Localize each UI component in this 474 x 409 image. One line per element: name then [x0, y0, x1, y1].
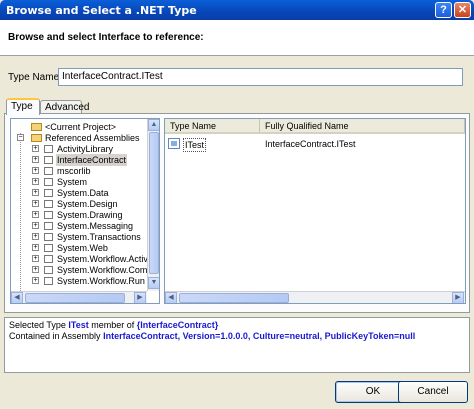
assembly-icon [44, 233, 53, 241]
assembly-icon [44, 244, 53, 252]
expand-icon[interactable]: + [32, 244, 39, 251]
title-bar[interactable]: Browse and Select a .NET Type ? ✕ [0, 0, 474, 20]
assembly-icon [44, 222, 53, 230]
cancel-button[interactable]: Cancel [398, 381, 468, 403]
expand-icon[interactable]: + [32, 211, 39, 218]
header-text: Browse and select Interface to reference… [8, 32, 204, 43]
references-folder-icon [31, 134, 42, 142]
interface-icon [168, 138, 180, 149]
list-item[interactable]: ITest InterfaceContract.ITest [168, 138, 458, 152]
type-name-input[interactable]: InterfaceContract.ITest [58, 68, 463, 86]
dialog-header: Browse and select Interface to reference… [0, 20, 474, 56]
selected-type-name: ITest [68, 320, 89, 330]
scroll-left-icon[interactable]: ◀ [165, 292, 177, 303]
assembly-icon [44, 189, 53, 197]
expand-icon[interactable]: + [32, 156, 39, 163]
selection-info: Selected Type ITest member of {Interface… [4, 317, 470, 373]
column-header-fully-qualified-name[interactable]: Fully Qualified Name [260, 119, 465, 134]
scroll-up-icon[interactable]: ▲ [148, 119, 159, 131]
assembly-icon [44, 167, 53, 175]
selected-type-line: Selected Type ITest member of {Interface… [9, 320, 219, 330]
column-header-type-name[interactable]: Type Name [165, 119, 260, 134]
assembly-icon [44, 156, 53, 164]
expand-icon[interactable]: + [32, 178, 39, 185]
expand-icon[interactable]: + [32, 266, 39, 273]
expand-icon[interactable]: + [32, 200, 39, 207]
selected-type-namespace: {InterfaceContract} [136, 320, 219, 330]
scroll-right-icon[interactable]: ▶ [452, 292, 464, 303]
assembly-icon [44, 178, 53, 186]
type-name-cell: ITest [183, 138, 207, 152]
close-button[interactable]: ✕ [454, 2, 471, 18]
tab-type[interactable]: Type [6, 98, 40, 115]
expand-icon[interactable]: + [32, 233, 39, 240]
type-name-label: Type Name: [8, 72, 62, 83]
expand-icon[interactable]: + [32, 222, 39, 229]
scroll-thumb[interactable] [25, 293, 125, 303]
expand-icon[interactable]: + [32, 189, 39, 196]
scroll-thumb[interactable] [179, 293, 289, 303]
assembly-icon [44, 200, 53, 208]
scroll-thumb[interactable] [149, 132, 159, 274]
assembly-icon [44, 255, 53, 263]
assembly-icon [44, 266, 53, 274]
scroll-right-icon[interactable]: ▶ [134, 292, 146, 303]
types-list[interactable]: Type Name Fully Qualified Name ITest Int… [164, 118, 466, 304]
assembly-name: InterfaceContract, Version=1.0.0.0, Cult… [103, 331, 416, 341]
assembly-line: Contained in Assembly InterfaceContract,… [9, 331, 416, 341]
assembly-icon [44, 145, 53, 153]
assembly-tree[interactable]: <Current Project> − Referenced Assemblie… [10, 118, 160, 304]
project-icon [31, 123, 42, 131]
list-horizontal-scrollbar[interactable]: ◀ ▶ [165, 291, 465, 303]
tree-horizontal-scrollbar[interactable]: ◀ ▶ [11, 291, 147, 303]
collapse-icon[interactable]: − [17, 134, 24, 141]
expand-icon[interactable]: + [32, 255, 39, 262]
expand-icon[interactable]: + [32, 277, 39, 284]
assembly-icon [44, 277, 53, 285]
tree-item-system-workflow-runtime[interactable]: + System.Workflow.Runtim [11, 275, 145, 285]
expand-icon[interactable]: + [32, 167, 39, 174]
expand-icon[interactable]: + [32, 145, 39, 152]
assembly-icon [44, 211, 53, 219]
window-title: Browse and Select a .NET Type [6, 4, 197, 17]
help-button[interactable]: ? [435, 2, 452, 18]
scroll-down-icon[interactable]: ▼ [148, 277, 159, 289]
tree-vertical-scrollbar[interactable]: ▲ ▼ [147, 119, 159, 291]
qualified-name-cell: InterfaceContract.ITest [265, 139, 356, 149]
scroll-left-icon[interactable]: ◀ [11, 292, 23, 303]
